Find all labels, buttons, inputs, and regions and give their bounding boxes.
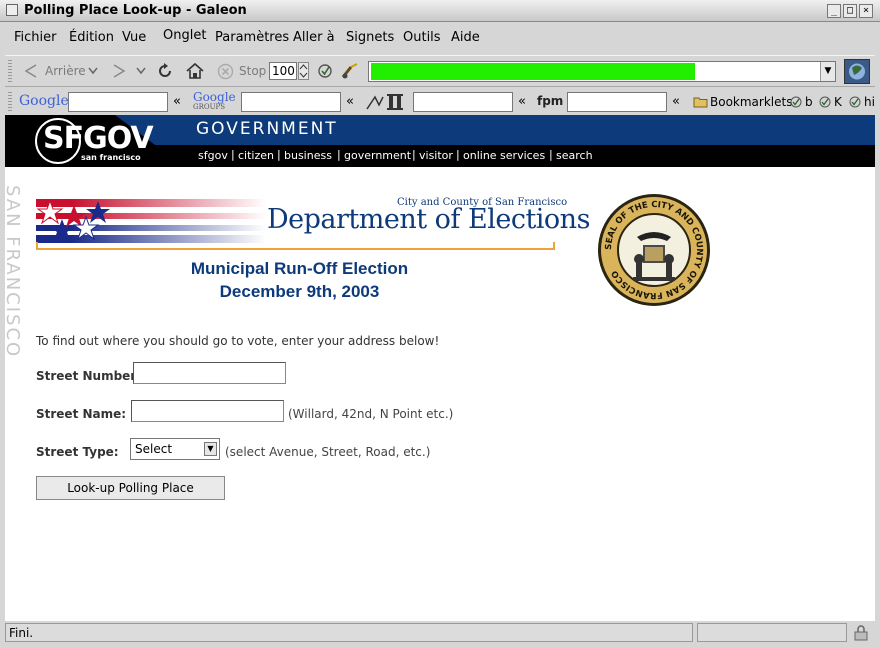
menu-bar: Fichier Édition Vue Onglet Paramètres Al… bbox=[5, 26, 875, 50]
google-label: Google bbox=[19, 93, 69, 109]
close-button[interactable]: × bbox=[859, 4, 873, 18]
forward-arrow-icon[interactable] bbox=[110, 63, 128, 79]
select-arrow-icon[interactable]: ▼ bbox=[204, 442, 217, 456]
maximize-button[interactable]: □ bbox=[843, 4, 857, 18]
nav-separator: | bbox=[337, 148, 341, 161]
status-text: Fini. bbox=[9, 626, 34, 640]
galeon-settings-icon[interactable] bbox=[316, 62, 334, 80]
menu-parametres[interactable]: Paramètres bbox=[215, 30, 289, 45]
folder-icon bbox=[693, 97, 708, 108]
home-icon[interactable] bbox=[185, 62, 205, 80]
vertical-city-label: SAN FRANCISCO bbox=[5, 185, 24, 395]
street-type-label: Street Type: bbox=[36, 445, 119, 459]
toolbar-grip[interactable] bbox=[8, 60, 12, 82]
bookmark-hi[interactable]: hi bbox=[864, 95, 875, 109]
nav-link-search[interactable]: search bbox=[556, 149, 593, 162]
bookmark-k[interactable]: K bbox=[834, 95, 842, 109]
google-search-input[interactable] bbox=[68, 92, 168, 112]
street-type-select[interactable]: Select ▼ bbox=[130, 438, 220, 460]
menu-vue[interactable]: Vue bbox=[122, 30, 146, 45]
bookmark-b[interactable]: b bbox=[805, 95, 813, 109]
menu-aide[interactable]: Aide bbox=[451, 30, 480, 45]
reload-icon[interactable] bbox=[156, 62, 174, 80]
nav-link-citizen[interactable]: citizen bbox=[238, 149, 274, 162]
nav-link-online-services[interactable]: online services bbox=[463, 149, 545, 162]
search-toolbar-grip[interactable] bbox=[8, 92, 12, 112]
menu-aller-a[interactable]: Aller à bbox=[293, 30, 335, 45]
google-groups-search-input[interactable] bbox=[241, 92, 341, 112]
menu-onglet[interactable]: Onglet bbox=[163, 28, 206, 43]
street-number-input[interactable] bbox=[133, 362, 286, 384]
google-logo: Google bbox=[19, 93, 69, 109]
stars-and-stripes-logo bbox=[36, 199, 266, 243]
google-groups-label: Google bbox=[193, 90, 236, 104]
fpm-search-input[interactable] bbox=[567, 92, 667, 112]
nav-link-visitor[interactable]: visitor bbox=[419, 149, 453, 162]
sfgov-logo-sub: san francisco bbox=[81, 153, 141, 162]
zoom-spin-icon[interactable] bbox=[298, 62, 309, 80]
vertical-city-text: SAN FRANCISCO bbox=[5, 185, 23, 359]
window-titlebar[interactable]: Polling Place Look-up - Galeon _ □ × bbox=[0, 0, 880, 22]
street-name-label: Street Name: bbox=[36, 407, 127, 421]
bookmark-hi-icon[interactable] bbox=[848, 95, 862, 109]
bookmark-folder-bookmarklets[interactable]: Bookmarklets bbox=[710, 95, 792, 109]
throbber-icon bbox=[844, 59, 870, 84]
ia-search-logo-icon bbox=[366, 94, 403, 110]
department-underline bbox=[36, 242, 555, 250]
google-groups-search-chevron[interactable]: « bbox=[346, 94, 354, 109]
status-bar: Fini. bbox=[5, 623, 693, 642]
street-name-input[interactable] bbox=[131, 400, 284, 422]
department-title: Department of Elections bbox=[267, 204, 590, 235]
nav-separator: | bbox=[456, 148, 460, 161]
menu-outils[interactable]: Outils bbox=[403, 30, 441, 45]
bookmark-k-icon[interactable] bbox=[818, 95, 832, 109]
window-menu-icon[interactable] bbox=[6, 4, 18, 16]
back-arrow-icon[interactable] bbox=[22, 63, 40, 79]
menu-signets[interactable]: Signets bbox=[346, 30, 394, 45]
election-name: Municipal Run-Off Election bbox=[190, 259, 409, 278]
lookup-polling-place-button[interactable]: Look-up Polling Place bbox=[36, 476, 225, 500]
ia-search-chevron[interactable]: « bbox=[518, 94, 526, 109]
ia-search-input[interactable] bbox=[413, 92, 513, 112]
city-seal-icon: SEAL OF THE CITY AND COUNTY OF SAN FRANC… bbox=[598, 194, 710, 306]
fpm-label: fpm bbox=[537, 94, 564, 108]
street-number-label: Street Number: bbox=[36, 369, 142, 383]
nav-separator: | bbox=[277, 148, 281, 161]
status-bar-secondary bbox=[697, 623, 847, 642]
clear-brush-icon[interactable] bbox=[340, 62, 360, 80]
menu-edition[interactable]: Édition bbox=[69, 30, 114, 45]
load-progress-fill bbox=[371, 63, 695, 80]
minimize-button[interactable]: _ bbox=[827, 4, 841, 18]
nav-link-government[interactable]: government bbox=[344, 149, 411, 162]
security-lock-icon[interactable] bbox=[853, 625, 871, 641]
stop-button-label[interactable]: Stop bbox=[239, 64, 266, 78]
street-name-hint: (Willard, 42nd, N Point etc.) bbox=[288, 407, 454, 421]
location-dropdown-chevron-icon[interactable]: ▼ bbox=[820, 62, 835, 81]
form-intro: To find out where you should go to vote,… bbox=[36, 334, 440, 348]
street-type-selected: Select bbox=[135, 442, 173, 456]
street-type-hint: (select Avenue, Street, Road, etc.) bbox=[225, 445, 431, 459]
window-title: Polling Place Look-up - Galeon bbox=[24, 3, 247, 18]
back-history-chevron-icon[interactable] bbox=[88, 67, 98, 75]
forward-history-chevron-icon[interactable] bbox=[136, 67, 146, 75]
back-button-label[interactable]: Arrière bbox=[45, 64, 86, 78]
page-content: SFGOV san francisco GOVERNMENT sfgov | c… bbox=[5, 115, 875, 621]
bookmark-b-icon[interactable] bbox=[789, 95, 803, 109]
nav-separator: | bbox=[231, 148, 235, 161]
fpm-logo: fpm bbox=[537, 94, 563, 108]
google-search-chevron[interactable]: « bbox=[173, 94, 181, 109]
election-date: December 9th, 2003 bbox=[219, 282, 380, 301]
zoom-input[interactable]: 100 bbox=[269, 62, 297, 80]
nav-link-business[interactable]: business bbox=[284, 149, 332, 162]
sfgov-section-title: GOVERNMENT bbox=[196, 119, 338, 139]
fpm-search-chevron[interactable]: « bbox=[672, 94, 680, 109]
nav-separator: | bbox=[412, 148, 416, 161]
nav-link-sfgov[interactable]: sfgov bbox=[198, 149, 228, 162]
google-groups-logo: Google GROUPS bbox=[193, 90, 236, 112]
menu-fichier[interactable]: Fichier bbox=[14, 30, 57, 45]
nav-separator: | bbox=[549, 148, 553, 161]
sfgov-banner: SFGOV san francisco GOVERNMENT sfgov | c… bbox=[5, 115, 875, 167]
sfgov-logo[interactable]: SFGOV bbox=[43, 121, 154, 156]
stop-icon[interactable] bbox=[217, 63, 234, 80]
